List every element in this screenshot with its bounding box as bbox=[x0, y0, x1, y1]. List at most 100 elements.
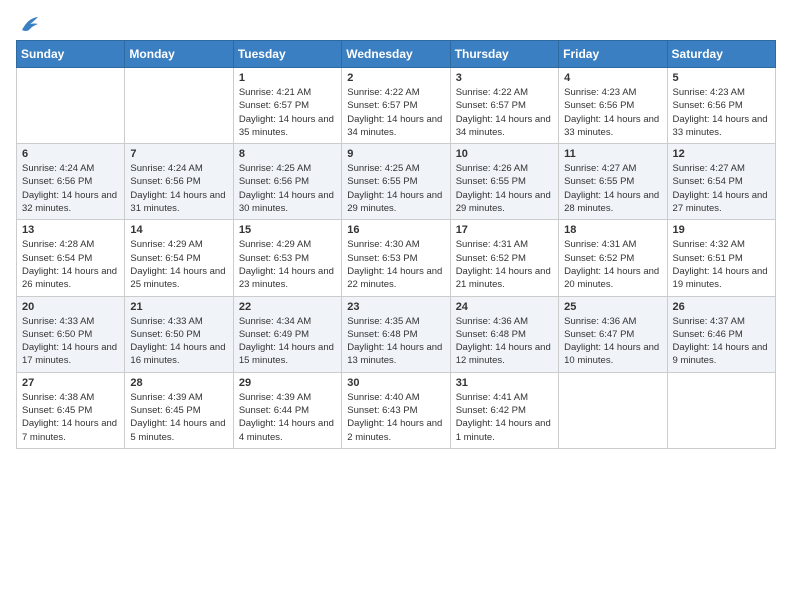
day-cell bbox=[559, 372, 667, 448]
daylight-text: Daylight: 14 hours and 9 minutes. bbox=[673, 342, 768, 366]
day-cell: 16 Sunrise: 4:30 AM Sunset: 6:53 PM Dayl… bbox=[342, 220, 450, 296]
sunset-text: Sunset: 6:52 PM bbox=[564, 253, 634, 264]
day-cell: 4 Sunrise: 4:23 AM Sunset: 6:56 PM Dayli… bbox=[559, 68, 667, 144]
week-row-5: 27 Sunrise: 4:38 AM Sunset: 6:45 PM Dayl… bbox=[17, 372, 776, 448]
week-row-4: 20 Sunrise: 4:33 AM Sunset: 6:50 PM Dayl… bbox=[17, 296, 776, 372]
day-cell: 21 Sunrise: 4:33 AM Sunset: 6:50 PM Dayl… bbox=[125, 296, 233, 372]
day-info: Sunrise: 4:23 AM Sunset: 6:56 PM Dayligh… bbox=[564, 86, 661, 139]
day-info: Sunrise: 4:22 AM Sunset: 6:57 PM Dayligh… bbox=[347, 86, 444, 139]
day-cell: 26 Sunrise: 4:37 AM Sunset: 6:46 PM Dayl… bbox=[667, 296, 775, 372]
sunset-text: Sunset: 6:51 PM bbox=[673, 253, 743, 264]
day-cell bbox=[17, 68, 125, 144]
day-info: Sunrise: 4:37 AM Sunset: 6:46 PM Dayligh… bbox=[673, 315, 770, 368]
sunrise-text: Sunrise: 4:41 AM bbox=[456, 392, 528, 403]
day-cell: 25 Sunrise: 4:36 AM Sunset: 6:47 PM Dayl… bbox=[559, 296, 667, 372]
sunrise-text: Sunrise: 4:33 AM bbox=[22, 316, 94, 327]
sunrise-text: Sunrise: 4:38 AM bbox=[22, 392, 94, 403]
sunrise-text: Sunrise: 4:22 AM bbox=[347, 87, 419, 98]
sunset-text: Sunset: 6:54 PM bbox=[130, 253, 200, 264]
daylight-text: Daylight: 14 hours and 35 minutes. bbox=[239, 114, 334, 138]
day-number: 27 bbox=[22, 377, 119, 389]
day-number: 16 bbox=[347, 224, 444, 236]
day-number: 3 bbox=[456, 72, 553, 84]
sunset-text: Sunset: 6:57 PM bbox=[239, 100, 309, 111]
sunset-text: Sunset: 6:56 PM bbox=[239, 176, 309, 187]
logo-bird-icon bbox=[18, 16, 40, 34]
sunset-text: Sunset: 6:42 PM bbox=[456, 405, 526, 416]
sunrise-text: Sunrise: 4:39 AM bbox=[239, 392, 311, 403]
daylight-text: Daylight: 14 hours and 34 minutes. bbox=[456, 114, 551, 138]
day-cell: 27 Sunrise: 4:38 AM Sunset: 6:45 PM Dayl… bbox=[17, 372, 125, 448]
daylight-text: Daylight: 14 hours and 16 minutes. bbox=[130, 342, 225, 366]
page-header bbox=[16, 16, 776, 30]
day-number: 26 bbox=[673, 301, 770, 313]
day-number: 11 bbox=[564, 148, 661, 160]
sunset-text: Sunset: 6:48 PM bbox=[347, 329, 417, 340]
day-info: Sunrise: 4:25 AM Sunset: 6:56 PM Dayligh… bbox=[239, 162, 336, 215]
day-header-sunday: Sunday bbox=[17, 41, 125, 68]
sunrise-text: Sunrise: 4:36 AM bbox=[456, 316, 528, 327]
day-info: Sunrise: 4:28 AM Sunset: 6:54 PM Dayligh… bbox=[22, 238, 119, 291]
day-info: Sunrise: 4:32 AM Sunset: 6:51 PM Dayligh… bbox=[673, 238, 770, 291]
logo bbox=[16, 16, 40, 30]
day-cell: 1 Sunrise: 4:21 AM Sunset: 6:57 PM Dayli… bbox=[233, 68, 341, 144]
sunset-text: Sunset: 6:57 PM bbox=[347, 100, 417, 111]
day-info: Sunrise: 4:29 AM Sunset: 6:54 PM Dayligh… bbox=[130, 238, 227, 291]
sunrise-text: Sunrise: 4:29 AM bbox=[130, 239, 202, 250]
day-info: Sunrise: 4:31 AM Sunset: 6:52 PM Dayligh… bbox=[456, 238, 553, 291]
day-cell: 15 Sunrise: 4:29 AM Sunset: 6:53 PM Dayl… bbox=[233, 220, 341, 296]
day-info: Sunrise: 4:25 AM Sunset: 6:55 PM Dayligh… bbox=[347, 162, 444, 215]
day-info: Sunrise: 4:30 AM Sunset: 6:53 PM Dayligh… bbox=[347, 238, 444, 291]
day-cell: 17 Sunrise: 4:31 AM Sunset: 6:52 PM Dayl… bbox=[450, 220, 558, 296]
day-info: Sunrise: 4:34 AM Sunset: 6:49 PM Dayligh… bbox=[239, 315, 336, 368]
day-number: 1 bbox=[239, 72, 336, 84]
sunrise-text: Sunrise: 4:25 AM bbox=[347, 163, 419, 174]
sunrise-text: Sunrise: 4:39 AM bbox=[130, 392, 202, 403]
day-info: Sunrise: 4:24 AM Sunset: 6:56 PM Dayligh… bbox=[130, 162, 227, 215]
day-cell: 9 Sunrise: 4:25 AM Sunset: 6:55 PM Dayli… bbox=[342, 144, 450, 220]
day-info: Sunrise: 4:27 AM Sunset: 6:55 PM Dayligh… bbox=[564, 162, 661, 215]
sunset-text: Sunset: 6:55 PM bbox=[564, 176, 634, 187]
sunrise-text: Sunrise: 4:27 AM bbox=[564, 163, 636, 174]
day-number: 17 bbox=[456, 224, 553, 236]
day-number: 6 bbox=[22, 148, 119, 160]
daylight-text: Daylight: 14 hours and 10 minutes. bbox=[564, 342, 659, 366]
daylight-text: Daylight: 14 hours and 32 minutes. bbox=[22, 190, 117, 214]
day-cell: 18 Sunrise: 4:31 AM Sunset: 6:52 PM Dayl… bbox=[559, 220, 667, 296]
daylight-text: Daylight: 14 hours and 23 minutes. bbox=[239, 266, 334, 290]
day-cell: 6 Sunrise: 4:24 AM Sunset: 6:56 PM Dayli… bbox=[17, 144, 125, 220]
day-number: 29 bbox=[239, 377, 336, 389]
day-number: 31 bbox=[456, 377, 553, 389]
week-row-3: 13 Sunrise: 4:28 AM Sunset: 6:54 PM Dayl… bbox=[17, 220, 776, 296]
sunrise-text: Sunrise: 4:27 AM bbox=[673, 163, 745, 174]
day-cell: 24 Sunrise: 4:36 AM Sunset: 6:48 PM Dayl… bbox=[450, 296, 558, 372]
sunset-text: Sunset: 6:57 PM bbox=[456, 100, 526, 111]
day-info: Sunrise: 4:23 AM Sunset: 6:56 PM Dayligh… bbox=[673, 86, 770, 139]
daylight-text: Daylight: 14 hours and 12 minutes. bbox=[456, 342, 551, 366]
daylight-text: Daylight: 14 hours and 17 minutes. bbox=[22, 342, 117, 366]
sunset-text: Sunset: 6:56 PM bbox=[130, 176, 200, 187]
daylight-text: Daylight: 14 hours and 31 minutes. bbox=[130, 190, 225, 214]
day-info: Sunrise: 4:29 AM Sunset: 6:53 PM Dayligh… bbox=[239, 238, 336, 291]
day-number: 22 bbox=[239, 301, 336, 313]
day-cell: 2 Sunrise: 4:22 AM Sunset: 6:57 PM Dayli… bbox=[342, 68, 450, 144]
day-cell: 23 Sunrise: 4:35 AM Sunset: 6:48 PM Dayl… bbox=[342, 296, 450, 372]
day-cell: 20 Sunrise: 4:33 AM Sunset: 6:50 PM Dayl… bbox=[17, 296, 125, 372]
sunrise-text: Sunrise: 4:24 AM bbox=[130, 163, 202, 174]
sunrise-text: Sunrise: 4:26 AM bbox=[456, 163, 528, 174]
day-info: Sunrise: 4:21 AM Sunset: 6:57 PM Dayligh… bbox=[239, 86, 336, 139]
day-cell: 3 Sunrise: 4:22 AM Sunset: 6:57 PM Dayli… bbox=[450, 68, 558, 144]
sunset-text: Sunset: 6:53 PM bbox=[239, 253, 309, 264]
sunset-text: Sunset: 6:52 PM bbox=[456, 253, 526, 264]
sunset-text: Sunset: 6:44 PM bbox=[239, 405, 309, 416]
day-header-wednesday: Wednesday bbox=[342, 41, 450, 68]
day-info: Sunrise: 4:41 AM Sunset: 6:42 PM Dayligh… bbox=[456, 391, 553, 444]
day-number: 24 bbox=[456, 301, 553, 313]
sunset-text: Sunset: 6:43 PM bbox=[347, 405, 417, 416]
day-number: 18 bbox=[564, 224, 661, 236]
daylight-text: Daylight: 14 hours and 20 minutes. bbox=[564, 266, 659, 290]
daylight-text: Daylight: 14 hours and 26 minutes. bbox=[22, 266, 117, 290]
week-row-1: 1 Sunrise: 4:21 AM Sunset: 6:57 PM Dayli… bbox=[17, 68, 776, 144]
daylight-text: Daylight: 14 hours and 1 minute. bbox=[456, 418, 551, 442]
day-info: Sunrise: 4:35 AM Sunset: 6:48 PM Dayligh… bbox=[347, 315, 444, 368]
